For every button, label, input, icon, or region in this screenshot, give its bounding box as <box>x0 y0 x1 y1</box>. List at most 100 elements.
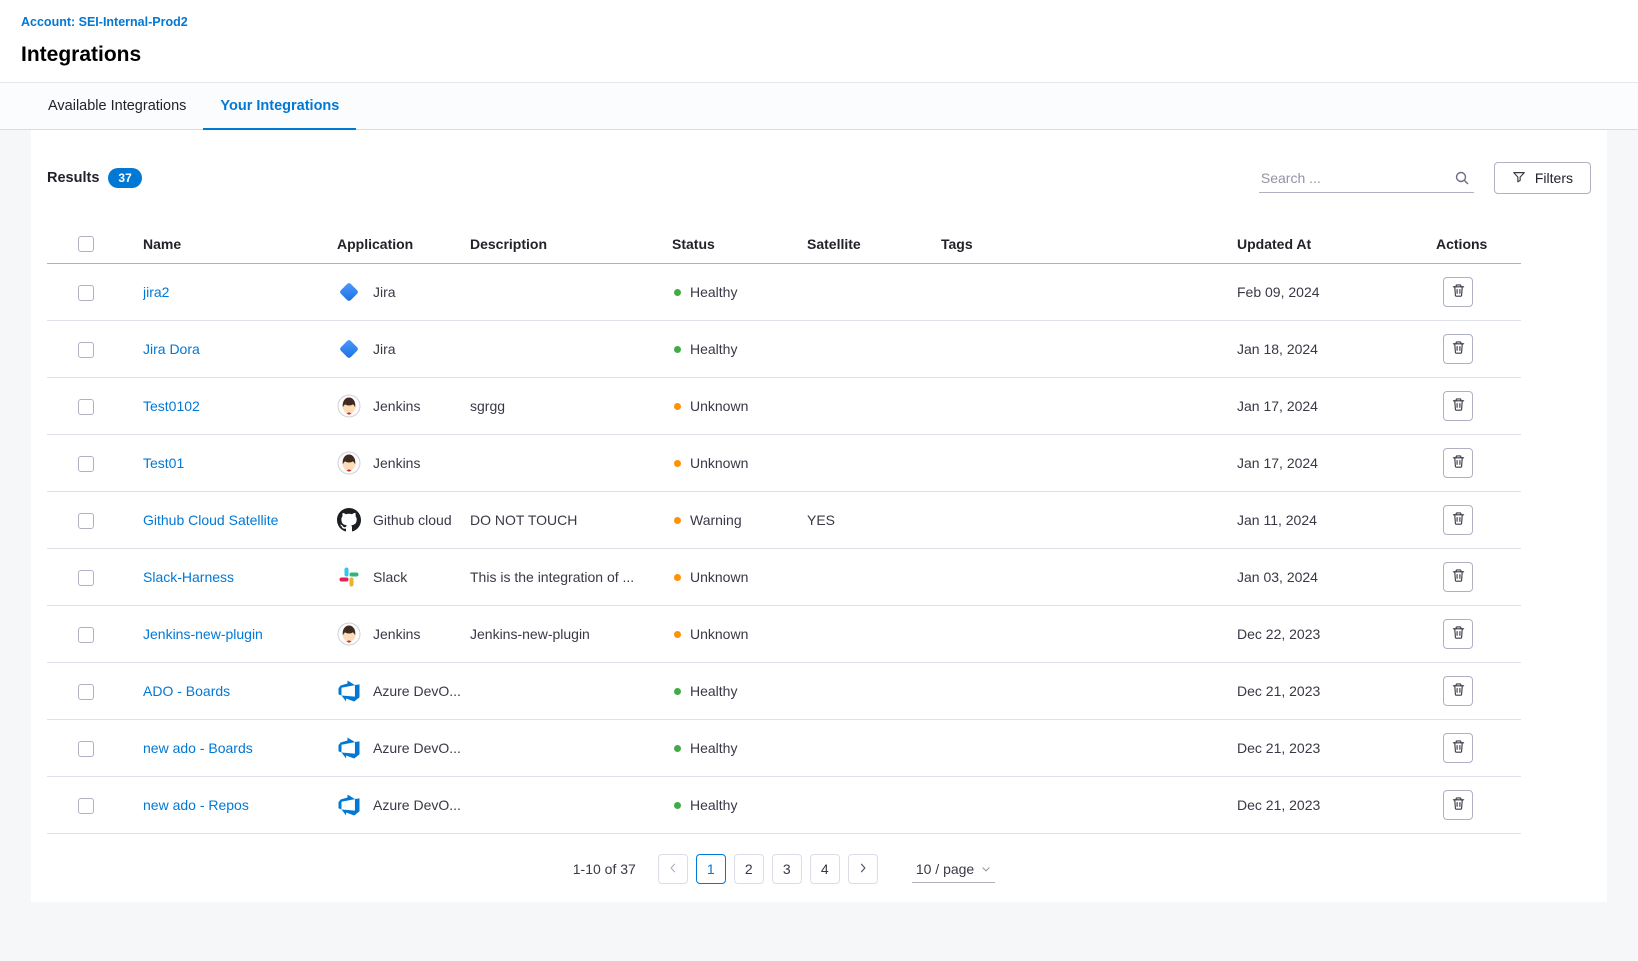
delete-button[interactable] <box>1443 619 1473 649</box>
updated-at: Jan 17, 2024 <box>1237 378 1436 435</box>
page-header: Account: SEI-Internal-Prod2 Integrations <box>0 0 1638 83</box>
delete-button[interactable] <box>1443 733 1473 763</box>
delete-button[interactable] <box>1443 448 1473 478</box>
delete-button[interactable] <box>1443 676 1473 706</box>
page-button-3[interactable]: 3 <box>772 854 802 884</box>
table-row: jira2JiraHealthyFeb 09, 2024 <box>47 264 1521 321</box>
status-text: Unknown <box>690 569 748 585</box>
status-text: Warning <box>690 512 742 528</box>
row-checkbox[interactable] <box>78 798 94 814</box>
trash-icon <box>1451 625 1466 643</box>
trash-icon <box>1451 511 1466 529</box>
select-all-checkbox[interactable] <box>78 236 94 252</box>
updated-at: Jan 03, 2024 <box>1237 549 1436 606</box>
status-dot <box>674 403 681 410</box>
page-size-select[interactable]: 10 / page <box>912 856 995 883</box>
page-size-label: 10 / page <box>916 861 974 877</box>
status-dot <box>674 574 681 581</box>
integration-name-link[interactable]: new ado - Boards <box>143 740 253 756</box>
row-checkbox[interactable] <box>78 456 94 472</box>
table-row: new ado - Repos Azure DevO... Healthy Dec 2… <box>47 777 1521 834</box>
application-label: Github cloud <box>373 512 452 528</box>
table-row: Jenkins-new-pluginJenkinsJenkins-new-plu… <box>47 606 1521 663</box>
integration-name-link[interactable]: Test0102 <box>143 398 200 414</box>
delete-button[interactable] <box>1443 790 1473 820</box>
trash-icon <box>1451 283 1466 301</box>
integration-name-link[interactable]: Jenkins-new-plugin <box>143 626 263 642</box>
application-label: Jenkins <box>373 455 420 471</box>
status-dot <box>674 517 681 524</box>
integration-name-link[interactable]: Github Cloud Satellite <box>143 512 278 528</box>
delete-button[interactable] <box>1443 505 1473 535</box>
updated-at: Dec 21, 2023 <box>1237 720 1436 777</box>
application-label: Azure DevO... <box>373 797 461 813</box>
status-dot <box>674 631 681 638</box>
page-button-1[interactable]: 1 <box>696 854 726 884</box>
row-checkbox[interactable] <box>78 570 94 586</box>
description-text <box>470 321 672 378</box>
description-text: DO NOT TOUCH <box>470 492 672 549</box>
filters-button-label: Filters <box>1535 170 1573 186</box>
integration-name-link[interactable]: Test01 <box>143 455 184 471</box>
satellite-value <box>807 321 941 378</box>
tab-available-integrations[interactable]: Available Integrations <box>31 83 203 129</box>
row-checkbox[interactable] <box>78 342 94 358</box>
application-label: Jira <box>373 284 396 300</box>
trash-icon <box>1451 568 1466 586</box>
status-text: Healthy <box>690 341 737 357</box>
status-dot <box>674 688 681 695</box>
application-label: Jira <box>373 341 396 357</box>
integration-name-link[interactable]: ADO - Boards <box>143 683 230 699</box>
delete-button[interactable] <box>1443 391 1473 421</box>
integration-name-link[interactable]: Jira Dora <box>143 341 200 357</box>
pagination: 1-10 of 37 1234 10 / page <box>47 854 1521 884</box>
description-text: This is the integration of ... <box>470 549 672 606</box>
trash-icon <box>1451 796 1466 814</box>
row-checkbox[interactable] <box>78 741 94 757</box>
pagination-range-label: 1-10 of 37 <box>573 861 636 877</box>
column-header-satellite: Satellite <box>807 224 941 264</box>
tab-your-integrations[interactable]: Your Integrations <box>203 83 356 129</box>
status-text: Unknown <box>690 398 748 414</box>
description-text <box>470 264 672 321</box>
trash-icon <box>1451 682 1466 700</box>
account-link[interactable]: Account: SEI-Internal-Prod2 <box>21 15 188 29</box>
row-checkbox[interactable] <box>78 627 94 643</box>
updated-at: Dec 21, 2023 <box>1237 777 1436 834</box>
integrations-table: NameApplicationDescriptionStatusSatellit… <box>47 224 1521 834</box>
status-text: Healthy <box>690 797 737 813</box>
delete-button[interactable] <box>1443 334 1473 364</box>
application-label: Azure DevO... <box>373 740 461 756</box>
trash-icon <box>1451 454 1466 472</box>
tags-value <box>941 492 1237 549</box>
integration-name-link[interactable]: jira2 <box>143 284 169 300</box>
tags-value <box>941 663 1237 720</box>
row-checkbox[interactable] <box>78 513 94 529</box>
status-dot <box>674 460 681 467</box>
filters-button[interactable]: Filters <box>1494 162 1591 194</box>
search-input[interactable] <box>1259 164 1474 193</box>
column-header-name: Name <box>143 224 337 264</box>
delete-button[interactable] <box>1443 562 1473 592</box>
page-button-2[interactable]: 2 <box>734 854 764 884</box>
chevron-right-icon <box>857 861 869 877</box>
page-button-4[interactable]: 4 <box>810 854 840 884</box>
row-checkbox[interactable] <box>78 684 94 700</box>
satellite-value <box>807 663 941 720</box>
prev-page-button[interactable] <box>658 854 688 884</box>
row-checkbox[interactable] <box>78 285 94 301</box>
status-dot <box>674 802 681 809</box>
jenkins-icon <box>337 394 361 418</box>
table-row: Jira DoraJiraHealthyJan 18, 2024 <box>47 321 1521 378</box>
application-label: Slack <box>373 569 407 585</box>
integration-name-link[interactable]: new ado - Repos <box>143 797 249 813</box>
trash-icon <box>1451 340 1466 358</box>
delete-button[interactable] <box>1443 277 1473 307</box>
integration-name-link[interactable]: Slack-Harness <box>143 569 234 585</box>
satellite-value <box>807 435 941 492</box>
tags-value <box>941 720 1237 777</box>
satellite-value <box>807 606 941 663</box>
next-page-button[interactable] <box>848 854 878 884</box>
status-text: Unknown <box>690 455 748 471</box>
row-checkbox[interactable] <box>78 399 94 415</box>
